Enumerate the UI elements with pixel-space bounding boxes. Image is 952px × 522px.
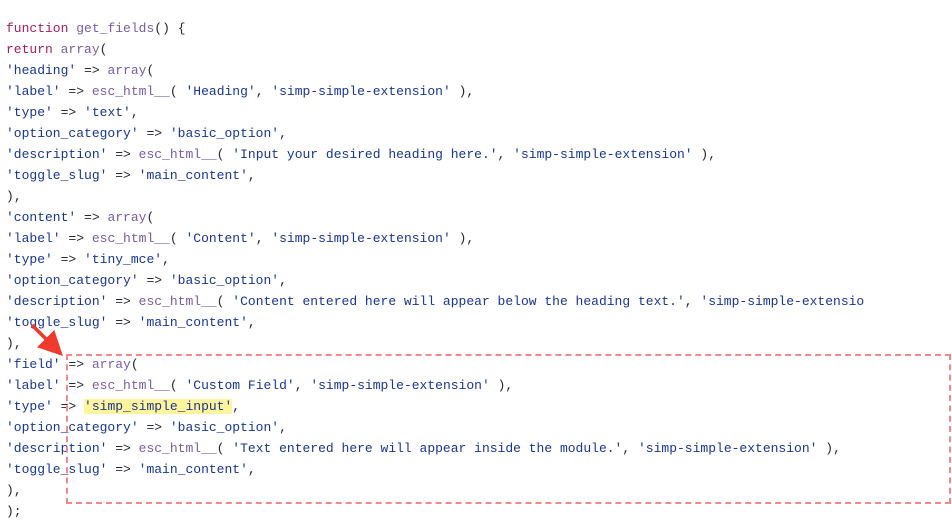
array-close: ); bbox=[6, 504, 22, 519]
fn-esc-html: esc_html__ bbox=[92, 84, 170, 99]
str-heading: 'Heading' bbox=[185, 84, 255, 99]
str-domain: 'simp-simple-extension' bbox=[271, 84, 450, 99]
str-basic-option: 'basic_option' bbox=[170, 126, 279, 141]
str-content-desc: 'Content entered here will appear below … bbox=[232, 294, 684, 309]
key-option-category: 'option_category' bbox=[6, 126, 139, 141]
str-main-content: 'main_content' bbox=[139, 168, 248, 183]
str-custom-field: 'Custom Field' bbox=[185, 378, 294, 393]
str-field-desc: 'Text entered here will appear inside th… bbox=[232, 441, 622, 456]
str-content: 'Content' bbox=[185, 231, 255, 246]
str-text: 'text' bbox=[84, 105, 131, 120]
open-paren: ( bbox=[154, 21, 162, 36]
fn-array: array bbox=[61, 42, 100, 57]
fn-array: array bbox=[107, 63, 146, 78]
str-heading-desc: 'Input your desired heading here.' bbox=[232, 147, 497, 162]
key-heading: 'heading' bbox=[6, 63, 76, 78]
str-simp-simple-input-highlighted: 'simp_simple_input' bbox=[84, 399, 232, 414]
keyword-function: function bbox=[6, 21, 68, 36]
fn-get-fields: get_fields bbox=[76, 21, 154, 36]
keyword-return: return bbox=[6, 42, 53, 57]
key-content: 'content' bbox=[6, 210, 76, 225]
key-type: 'type' bbox=[6, 105, 53, 120]
key-field: 'field' bbox=[6, 357, 61, 372]
arrow-op: => bbox=[84, 63, 100, 78]
key-description: 'description' bbox=[6, 147, 107, 162]
code-block: function get_fields() { return array( 'h… bbox=[6, 18, 952, 522]
close-paren: ) bbox=[162, 21, 170, 36]
key-toggle-slug: 'toggle_slug' bbox=[6, 168, 107, 183]
str-tiny-mce: 'tiny_mce' bbox=[84, 252, 162, 267]
key-label: 'label' bbox=[6, 84, 61, 99]
open-brace: { bbox=[178, 21, 186, 36]
